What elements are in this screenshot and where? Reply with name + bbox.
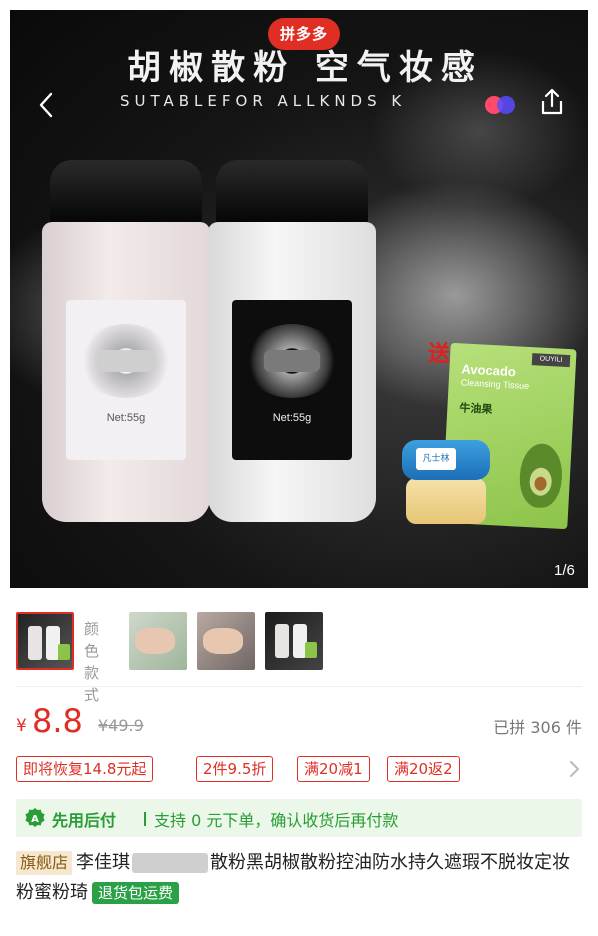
thumbnail-1[interactable]	[16, 612, 74, 670]
pay-later-banner[interactable]: A 先用后付 支持 0 元下单，确认收货后再付款	[16, 799, 582, 837]
thumbnail-4[interactable]	[265, 612, 323, 670]
current-price: 8.8	[32, 702, 83, 740]
share-button[interactable]	[536, 86, 568, 118]
share-icon	[541, 88, 563, 115]
pay-later-desc: 支持 0 元下单，确认收货后再付款	[154, 811, 399, 830]
chevron-left-icon	[39, 92, 53, 118]
thumb-hand	[203, 628, 243, 654]
avocado-icon	[518, 442, 564, 509]
sold-count: 已拼 306 件	[493, 718, 582, 737]
promo-tag[interactable]: 2件9.5折	[196, 756, 274, 782]
thumb-gift	[58, 644, 70, 660]
platform-badge: 拼多多	[268, 18, 341, 50]
blurred-logo	[264, 350, 320, 372]
vaseline-label: 凡士林	[416, 448, 456, 470]
product-bottle-white: Net:55g	[208, 160, 376, 522]
image-counter: 1/6	[554, 562, 575, 579]
blurred-text	[132, 853, 209, 873]
product-image-gallery[interactable]: 胡椒散粉 空气妆感 拼多多 SUTABLEFOR ALLKNDS K Net:5…	[10, 10, 588, 588]
product-bottle-pink: Net:55g	[42, 160, 210, 522]
color-style-label[interactable]: 颜色款式	[84, 618, 108, 706]
bottle-cap	[50, 160, 202, 224]
tissue-cn-title: 牛油果	[459, 401, 493, 417]
bottle-cap	[216, 160, 368, 224]
gift-vaseline-jar: 凡士林	[402, 440, 490, 528]
thumbnail-2[interactable]	[129, 612, 187, 670]
net-weight: Net:55g	[106, 412, 146, 424]
free-return-badge[interactable]: 退货包运费	[92, 882, 180, 904]
separator	[144, 812, 146, 826]
gift-label: 送	[428, 342, 451, 367]
net-weight: Net:55g	[272, 412, 312, 424]
promo-tags: 即将恢复14.8元起 2件9.5折 满20减1 满20返2	[16, 756, 582, 784]
thumbnail-3[interactable]	[197, 612, 255, 670]
jar-body	[406, 478, 486, 524]
pay-later-icon: A	[24, 807, 46, 829]
tissue-title: Avocado	[461, 361, 517, 380]
original-price: ¥49.9	[98, 716, 144, 735]
tissue-subtitle: Cleansing Tissue	[460, 377, 530, 391]
back-button[interactable]	[32, 90, 62, 120]
product-title: 旗舰店 李佳琪 散粉黑胡椒散粉控油防水持久遮瑕不脱妆定妆粉蜜粉琦 退货包运费	[16, 848, 582, 908]
thumb-bottle	[275, 624, 289, 658]
app-logo-icon	[480, 94, 520, 116]
title-text-part1: 李佳琪	[76, 852, 131, 873]
promo-tag[interactable]: 满20返2	[387, 756, 460, 782]
thumb-gift	[305, 642, 317, 658]
price-row: ¥ 8.8 ¥49.9 已拼 306 件	[16, 702, 582, 746]
flagship-store-badge: 旗舰店	[16, 851, 73, 875]
svg-text:A: A	[31, 814, 39, 825]
tissue-brand: OUYILI	[531, 353, 571, 368]
promo-tag[interactable]: 即将恢复14.8元起	[16, 756, 154, 782]
divider	[16, 686, 582, 687]
chevron-right-icon[interactable]	[566, 760, 582, 778]
blurred-logo	[98, 350, 154, 372]
thumb-hand	[135, 628, 175, 654]
hero-subtitle: SUTABLEFOR ALLKNDS K	[120, 92, 407, 110]
pay-later-title: 先用后付	[52, 811, 117, 830]
thumb-bottle	[28, 626, 42, 660]
promo-tag[interactable]: 满20减1	[297, 756, 370, 782]
currency-symbol: ¥	[16, 716, 27, 736]
